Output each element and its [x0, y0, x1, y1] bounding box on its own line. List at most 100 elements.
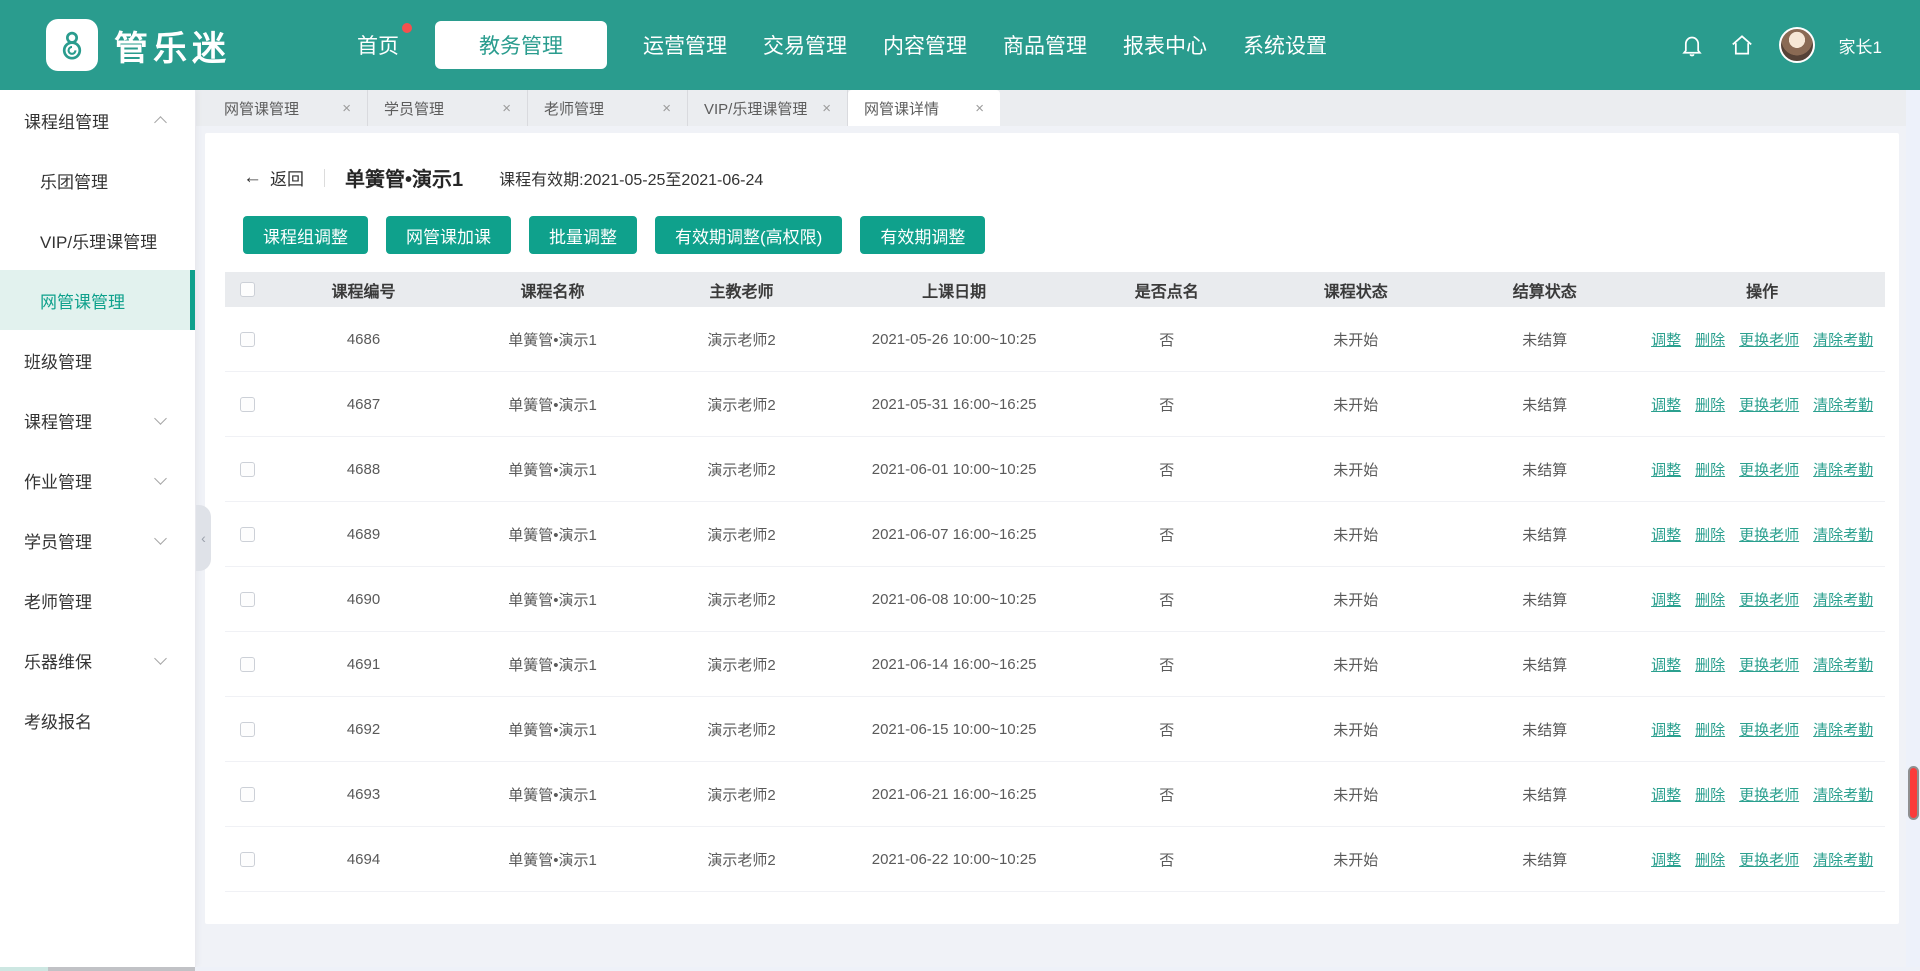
- action-link-删除[interactable]: 删除: [1695, 394, 1725, 415]
- close-icon[interactable]: ×: [342, 101, 351, 116]
- sidebar-item-乐团管理[interactable]: 乐团管理: [0, 150, 195, 210]
- action-link-删除[interactable]: 删除: [1695, 654, 1725, 675]
- action-link-更换老师[interactable]: 更换老师: [1739, 589, 1799, 610]
- button-网管课加课[interactable]: 网管课加课: [386, 216, 511, 254]
- action-link-调整[interactable]: 调整: [1651, 654, 1681, 675]
- nav-item-报表中心[interactable]: 报表中心: [1123, 21, 1207, 69]
- cell-settle: 未结算: [1450, 654, 1639, 675]
- action-link-更换老师[interactable]: 更换老师: [1739, 784, 1799, 805]
- vertical-scrollbar-track[interactable]: [1906, 90, 1920, 971]
- nav-item-首页[interactable]: 首页: [357, 21, 399, 69]
- horizontal-scrollbar-thumb[interactable]: [48, 967, 195, 971]
- button-有效期调整(高权限)[interactable]: 有效期调整(高权限): [655, 216, 842, 254]
- row-checkbox[interactable]: [240, 527, 255, 542]
- action-link-删除[interactable]: 删除: [1695, 719, 1725, 740]
- bell-icon[interactable]: [1679, 32, 1705, 58]
- sidebar-item-老师管理[interactable]: 老师管理: [0, 570, 195, 630]
- sidebar-collapse-handle[interactable]: ‹: [196, 505, 211, 571]
- nav-item-内容管理[interactable]: 内容管理: [883, 21, 967, 69]
- action-link-清除考勤[interactable]: 清除考勤: [1813, 524, 1873, 545]
- tab-老师管理[interactable]: 老师管理 ×: [528, 90, 688, 126]
- row-checkbox[interactable]: [240, 462, 255, 477]
- user-name[interactable]: 家长1: [1839, 33, 1882, 58]
- nav-item-教务管理[interactable]: 教务管理: [435, 21, 607, 69]
- action-link-删除[interactable]: 删除: [1695, 524, 1725, 545]
- nav-item-系统设置[interactable]: 系统设置: [1243, 21, 1327, 69]
- sidebar-item-网管课管理[interactable]: 网管课管理: [0, 270, 195, 330]
- action-link-删除[interactable]: 删除: [1695, 459, 1725, 480]
- action-link-调整[interactable]: 调整: [1651, 459, 1681, 480]
- sidebar-item-乐器维保[interactable]: 乐器维保: [0, 630, 195, 690]
- action-link-清除考勤[interactable]: 清除考勤: [1813, 329, 1873, 350]
- home-icon[interactable]: [1729, 32, 1755, 58]
- close-icon[interactable]: ×: [502, 101, 511, 116]
- action-link-调整[interactable]: 调整: [1651, 589, 1681, 610]
- action-link-清除考勤[interactable]: 清除考勤: [1813, 719, 1873, 740]
- tab-学员管理[interactable]: 学员管理 ×: [368, 90, 528, 126]
- sidebar-item-VIP/乐理课管理[interactable]: VIP/乐理课管理: [0, 210, 195, 270]
- row-checkbox[interactable]: [240, 852, 255, 867]
- vertical-scrollbar-thumb[interactable]: [1908, 766, 1919, 820]
- action-link-更换老师[interactable]: 更换老师: [1739, 329, 1799, 350]
- tab-网管课详情[interactable]: 网管课详情 ×: [848, 90, 1000, 126]
- column-header-主教老师: 主教老师: [647, 278, 836, 302]
- cell-course-id: 4691: [269, 656, 458, 673]
- action-link-调整[interactable]: 调整: [1651, 394, 1681, 415]
- action-link-删除[interactable]: 删除: [1695, 849, 1725, 870]
- cell-settle: 未结算: [1450, 719, 1639, 740]
- sidebar-item-学员管理[interactable]: 学员管理: [0, 510, 195, 570]
- sidebar-item-课程管理[interactable]: 课程管理: [0, 390, 195, 450]
- action-link-清除考勤[interactable]: 清除考勤: [1813, 849, 1873, 870]
- main-nav: 首页 教务管理 运营管理 交易管理 内容管理 商品管理 报表中心 系统设置: [357, 21, 1327, 69]
- action-link-更换老师[interactable]: 更换老师: [1739, 849, 1799, 870]
- action-link-调整[interactable]: 调整: [1651, 719, 1681, 740]
- nav-item-交易管理[interactable]: 交易管理: [763, 21, 847, 69]
- nav-item-运营管理[interactable]: 运营管理: [643, 21, 727, 69]
- action-link-调整[interactable]: 调整: [1651, 524, 1681, 545]
- action-link-更换老师[interactable]: 更换老师: [1739, 719, 1799, 740]
- tab-VIP/乐理课管理[interactable]: VIP/乐理课管理 ×: [688, 90, 848, 126]
- cell-teacher: 演示老师2: [647, 784, 836, 805]
- sidebar-item-label: 班级管理: [24, 348, 92, 373]
- sidebar-item-考级报名[interactable]: 考级报名: [0, 690, 195, 750]
- action-link-清除考勤[interactable]: 清除考勤: [1813, 784, 1873, 805]
- nav-item-商品管理[interactable]: 商品管理: [1003, 21, 1087, 69]
- row-checkbox[interactable]: [240, 722, 255, 737]
- action-link-更换老师[interactable]: 更换老师: [1739, 459, 1799, 480]
- row-checkbox[interactable]: [240, 397, 255, 412]
- action-link-调整[interactable]: 调整: [1651, 784, 1681, 805]
- sidebar-item-课程组管理[interactable]: 课程组管理: [0, 90, 195, 150]
- close-icon[interactable]: ×: [822, 101, 831, 116]
- action-link-删除[interactable]: 删除: [1695, 329, 1725, 350]
- action-link-删除[interactable]: 删除: [1695, 589, 1725, 610]
- close-icon[interactable]: ×: [975, 101, 984, 116]
- action-link-更换老师[interactable]: 更换老师: [1739, 654, 1799, 675]
- close-icon[interactable]: ×: [662, 101, 671, 116]
- action-link-删除[interactable]: 删除: [1695, 784, 1725, 805]
- horizontal-scrollbar-track[interactable]: [0, 967, 1920, 971]
- nav-item-label: 报表中心: [1123, 35, 1207, 58]
- action-link-更换老师[interactable]: 更换老师: [1739, 394, 1799, 415]
- tab-label: 网管课详情: [864, 98, 939, 119]
- button-批量调整[interactable]: 批量调整: [529, 216, 637, 254]
- action-link-清除考勤[interactable]: 清除考勤: [1813, 654, 1873, 675]
- row-checkbox[interactable]: [240, 332, 255, 347]
- avatar[interactable]: [1779, 27, 1815, 63]
- sidebar-item-作业管理[interactable]: 作业管理: [0, 450, 195, 510]
- back-button[interactable]: ← 返回: [243, 165, 304, 190]
- action-link-清除考勤[interactable]: 清除考勤: [1813, 394, 1873, 415]
- row-checkbox[interactable]: [240, 657, 255, 672]
- sidebar-item-班级管理[interactable]: 班级管理: [0, 330, 195, 390]
- app-logo[interactable]: 管乐迷: [46, 19, 231, 71]
- action-link-清除考勤[interactable]: 清除考勤: [1813, 459, 1873, 480]
- button-课程组调整[interactable]: 课程组调整: [243, 216, 368, 254]
- action-link-调整[interactable]: 调整: [1651, 329, 1681, 350]
- row-checkbox[interactable]: [240, 787, 255, 802]
- button-有效期调整[interactable]: 有效期调整: [860, 216, 985, 254]
- row-checkbox[interactable]: [240, 592, 255, 607]
- action-link-调整[interactable]: 调整: [1651, 849, 1681, 870]
- tab-网管课管理[interactable]: 网管课管理 ×: [208, 90, 368, 126]
- select-all-checkbox[interactable]: [240, 282, 255, 297]
- action-link-清除考勤[interactable]: 清除考勤: [1813, 589, 1873, 610]
- action-link-更换老师[interactable]: 更换老师: [1739, 524, 1799, 545]
